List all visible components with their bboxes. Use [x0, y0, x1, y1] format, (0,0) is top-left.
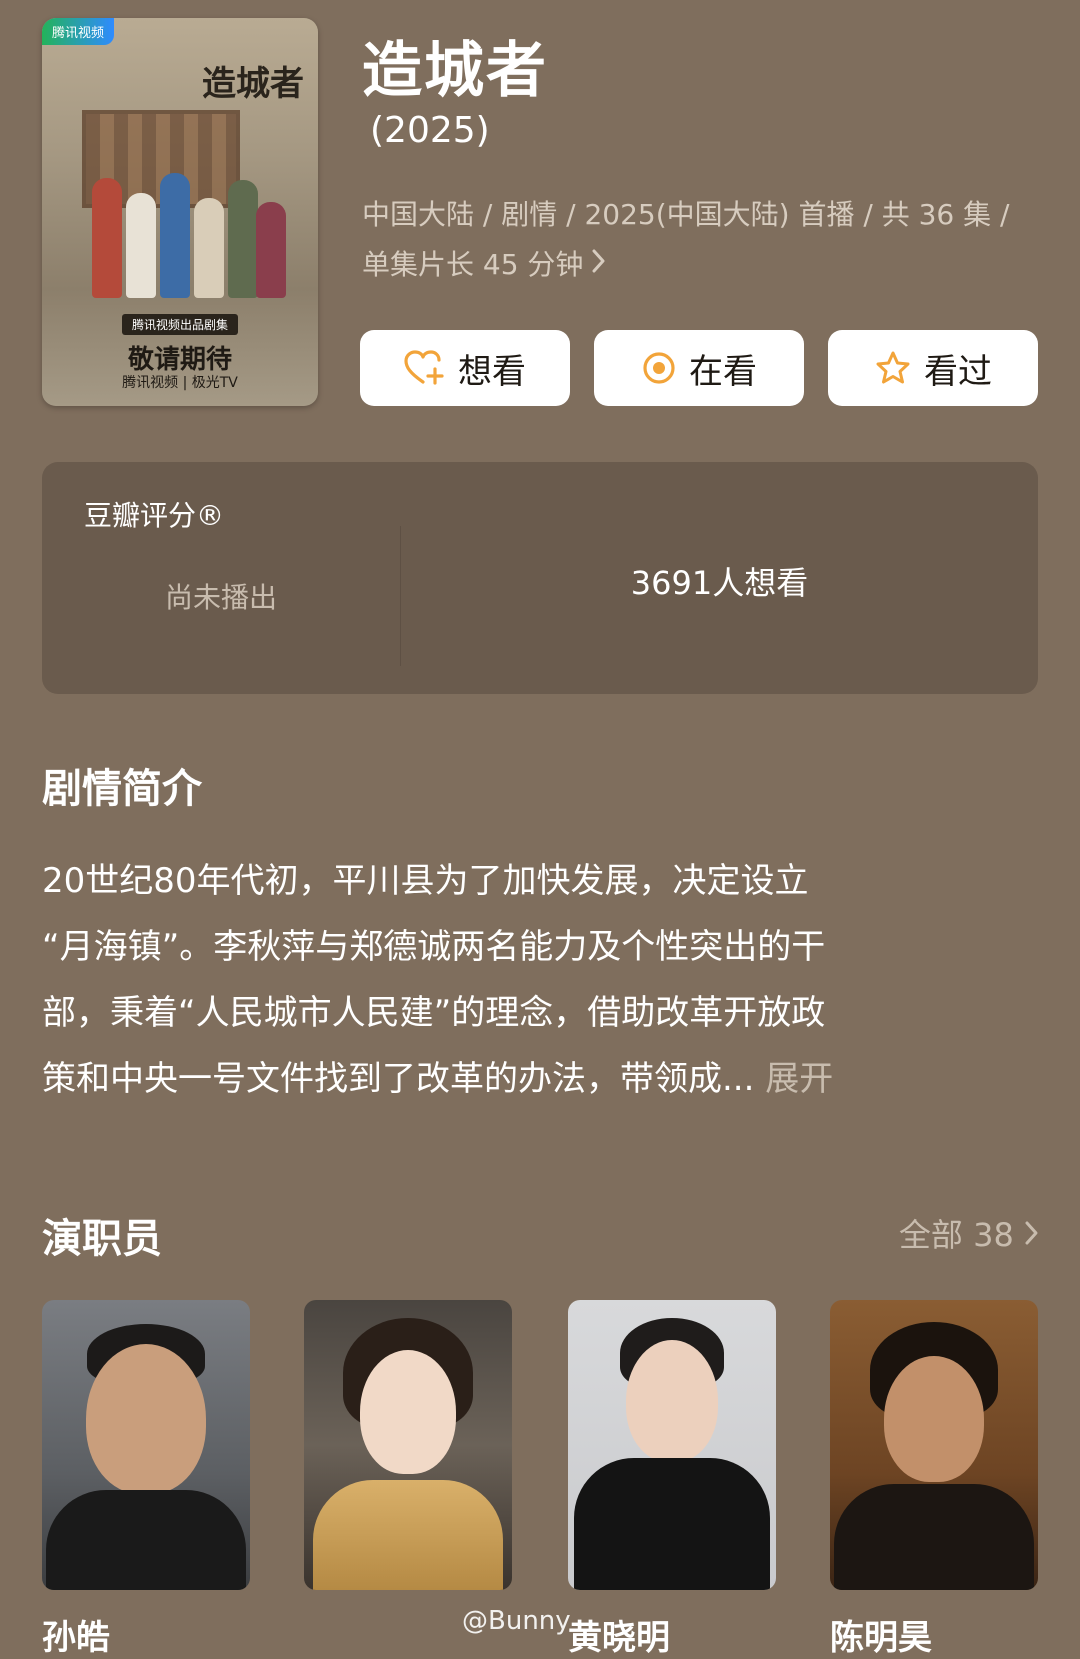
synopsis-line-last: 策和中央一号文件找到了改革的办法，带领成... 展开 — [42, 1046, 1042, 1112]
expand-link[interactable]: 展开 — [765, 1059, 833, 1099]
show-title: 造城者 — [362, 36, 548, 106]
synopsis-text[interactable]: 20世纪80年代初，平川县为了加快发展，决定设立 “月海镇”。李秋萍与郑德诚两名… — [42, 848, 1042, 1112]
poster-tagline: 腾讯视频出品剧集 敬请期待 — [42, 314, 318, 376]
poster-image[interactable]: 腾讯视频 造城者 腾讯视频出品剧集 敬请期待 腾讯视频 | 极光TV — [42, 18, 318, 406]
rating-status: 尚未播出 — [164, 581, 277, 614]
heart-plus-icon — [404, 349, 446, 387]
synopsis-line: 20世纪80年代初，平川县为了加快发展，决定设立 — [42, 861, 809, 901]
synopsis-line: 部，秉着“人民城市人民建”的理念，借助改革开放政 — [42, 993, 826, 1033]
watched-button[interactable]: 看过 — [828, 330, 1038, 406]
poster-cast-graphic — [82, 158, 286, 298]
cast-all-label: 全部 38 — [898, 1216, 1014, 1254]
synopsis-line-text: 策和中央一号文件找到了改革的办法，带领成... — [42, 1059, 755, 1099]
want-to-watch-label: 想看 — [458, 351, 526, 392]
synopsis-line: “月海镇”。李秋萍与郑德诚两名能力及个性突出的干 — [42, 927, 826, 967]
cast-member-card[interactable] — [304, 1300, 512, 1590]
meta-line-1: 中国大陆 / 剧情 / 2025(中国大陆) 首播 / 共 36 集 / — [362, 198, 1010, 231]
rating-card[interactable]: 豆瓣评分® 尚未播出 3691人想看 — [42, 462, 1038, 694]
watched-label: 看过 — [924, 351, 992, 392]
meta-line-2: 单集片长 45 分钟 — [362, 240, 1052, 290]
cast-heading: 演职员 — [42, 1216, 162, 1262]
poster-logos: 腾讯视频 | 极光TV — [122, 375, 238, 391]
cast-photo — [304, 1300, 512, 1590]
cast-member-card[interactable]: 陈明昊 — [830, 1300, 1038, 1658]
poster-title: 造城者 — [202, 64, 304, 104]
chevron-right-icon — [591, 240, 607, 290]
meta-line-2-text: 单集片长 45 分钟 — [362, 248, 584, 281]
show-year: (2025) — [370, 110, 490, 151]
star-icon — [874, 350, 912, 386]
chevron-right-icon — [1024, 1216, 1040, 1254]
poster-platform-badge: 腾讯视频 — [42, 18, 115, 45]
synopsis-heading: 剧情简介 — [42, 766, 202, 812]
watching-label: 在看 — [689, 351, 757, 392]
cast-photo — [830, 1300, 1038, 1590]
cast-member-card[interactable]: 孙皓 — [42, 1300, 250, 1658]
douban-rating-label: 豆瓣评分® — [84, 499, 225, 532]
cast-photo — [42, 1300, 250, 1590]
want-to-watch-button[interactable]: 想看 — [360, 330, 570, 406]
movie-detail-page: 腾讯视频 造城者 腾讯视频出品剧集 敬请期待 腾讯视频 | 极光TV 造城者 (… — [0, 0, 1080, 1658]
show-meta[interactable]: 中国大陆 / 剧情 / 2025(中国大陆) 首播 / 共 36 集 / 单集片… — [362, 190, 1052, 290]
poster-tag-big: 敬请期待 — [127, 345, 232, 375]
watching-button[interactable]: 在看 — [594, 330, 804, 406]
watermark: @Bunny — [462, 1606, 571, 1636]
cast-all-link[interactable]: 全部 38 — [899, 1210, 1040, 1256]
target-circle-icon — [641, 350, 677, 386]
cast-member-card[interactable]: 黄晓明 — [568, 1300, 776, 1658]
poster-tag-small: 腾讯视频出品剧集 — [121, 314, 238, 335]
cast-photo — [568, 1300, 776, 1590]
want-count: 3691人想看 — [630, 564, 809, 602]
